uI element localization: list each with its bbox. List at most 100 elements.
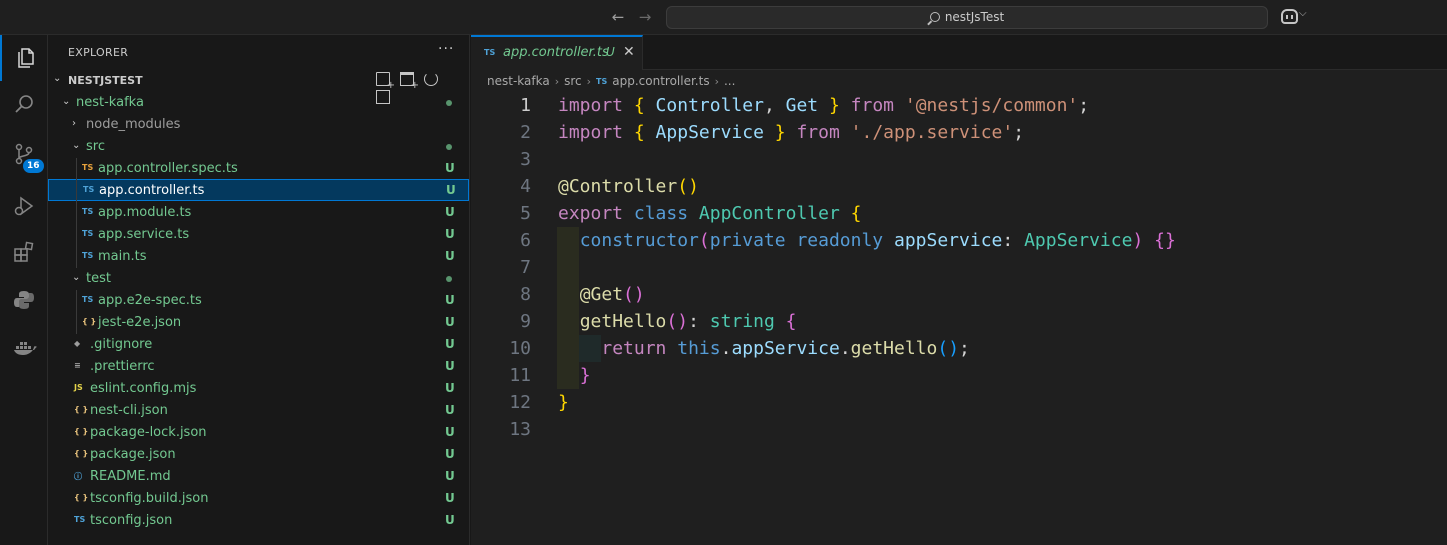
code-token: constructor [579, 230, 699, 251]
more-actions-icon[interactable]: ··· [438, 41, 454, 57]
chevron-down-icon: ⌄ [62, 96, 71, 107]
chevron-down-icon[interactable]: ⌵ [1299, 8, 1307, 19]
line-number: 8 [520, 284, 531, 305]
breadcrumb-item[interactable]: ... [724, 74, 735, 88]
tree-file[interactable]: TS app.controller.ts U [48, 179, 469, 201]
activity-python[interactable] [0, 277, 48, 323]
breadcrumb-item[interactable]: nest-kafka [487, 74, 550, 88]
code-token: export [558, 203, 624, 224]
tree-folder[interactable]: ⌄ test [48, 268, 469, 290]
tree-file[interactable]: { } nest-cli.json U [48, 400, 469, 422]
code-token: appService [731, 338, 840, 359]
code-token: @Controller [558, 176, 678, 197]
tree-file[interactable]: ◆ .gitignore U [48, 334, 469, 356]
code-token: ( [937, 338, 949, 359]
git-status-badge: U [445, 513, 455, 527]
chevron-down-icon: ⌄ [72, 272, 81, 283]
git-modified-dot [446, 100, 452, 106]
code-line[interactable]: 7 [471, 254, 1447, 281]
tree-file[interactable]: { } jest-e2e.json U [48, 312, 469, 334]
tree-folder[interactable]: ⌄ nest-kafka [48, 92, 469, 114]
breadcrumb-item[interactable]: app.controller.ts [612, 74, 709, 88]
line-number: 2 [520, 122, 531, 143]
command-center-search[interactable]: nestJsTest [666, 6, 1268, 29]
tree-file[interactable]: TS app.module.ts U [48, 202, 469, 224]
editor-area: TS app.controller.ts U ✕ nest-kafka › src ›… [471, 35, 1447, 545]
code-line[interactable]: 12} [471, 389, 1447, 416]
code-line[interactable]: 9 getHello(): string { [471, 308, 1447, 335]
code-line[interactable]: 13 [471, 416, 1447, 443]
code-token: : [688, 311, 710, 332]
tree-file[interactable]: TS tsconfig.json U [48, 510, 469, 532]
source-control-badge: 16 [23, 159, 44, 173]
file-type-icon: { } [74, 449, 89, 458]
line-number: 6 [520, 230, 531, 251]
code-token: import [558, 122, 624, 143]
tree-file[interactable]: { } package.json U [48, 444, 469, 466]
close-icon[interactable]: ✕ [623, 44, 635, 60]
breadcrumb-item[interactable]: src [564, 74, 582, 88]
tree-file[interactable]: TS main.ts U [48, 246, 469, 268]
tree-file[interactable]: ⓘ README.md U [48, 466, 469, 488]
code-line[interactable]: 6 constructor(private readonly appServic… [471, 227, 1447, 254]
code-token: private [709, 230, 786, 251]
forward-arrow-icon[interactable]: → [636, 8, 654, 26]
code-text: getHello(): string { [558, 308, 797, 335]
activity-docker[interactable] [0, 325, 48, 371]
code-token: } [774, 122, 786, 143]
activity-source-control[interactable]: 16 [0, 131, 48, 177]
tree-file[interactable]: { } package-lock.json U [48, 422, 469, 444]
project-header[interactable]: ⌄ NESTJSTEST [48, 70, 469, 104]
git-modified-dot [446, 144, 452, 150]
code-token: Controller [644, 95, 764, 116]
copilot-icon[interactable] [1281, 9, 1298, 24]
code-line[interactable]: 3 [471, 146, 1447, 173]
file-type-icon: TS [82, 229, 94, 238]
tree-folder[interactable]: ⌄ src [48, 136, 469, 158]
line-number: 13 [509, 419, 531, 440]
chevron-right-icon: › [714, 75, 719, 88]
tab-app-controller[interactable]: TS app.controller.ts U ✕ [471, 35, 643, 70]
refresh-icon[interactable] [424, 72, 438, 86]
code-token: appService [894, 230, 1003, 251]
tree-item-label: package.json [90, 447, 176, 462]
code-line[interactable]: 5 export class AppController { [471, 200, 1447, 227]
line-number: 12 [509, 392, 531, 413]
tree-file[interactable]: ≡ .prettierrc U [48, 356, 469, 378]
line-number: 4 [520, 176, 531, 197]
code-token: ; [1078, 95, 1090, 116]
file-type-icon: ≡ [74, 361, 81, 370]
code-line[interactable]: 2 import { AppService } from './app.servi… [471, 119, 1447, 146]
code-line[interactable]: 4 @Controller() [471, 173, 1447, 200]
back-arrow-icon[interactable]: ← [609, 8, 627, 26]
tree-file[interactable]: TS app.controller.spec.ts U [48, 158, 469, 180]
file-type-icon: { } [82, 317, 97, 326]
git-status-badge: U [445, 249, 455, 263]
code-line[interactable]: 8 @Get() [471, 281, 1447, 308]
tree-item-label: package-lock.json [90, 425, 207, 440]
activity-run-debug[interactable] [0, 183, 48, 229]
code-text: import { AppService } from './app.servic… [558, 119, 1024, 146]
code-line[interactable]: 1 import { Controller, Get } from '@nestj… [471, 92, 1447, 119]
code-token: ) [688, 176, 699, 197]
tree-file[interactable]: JS eslint.config.mjs U [48, 378, 469, 400]
code-line[interactable]: 10 return this.appService.getHello(); [471, 335, 1447, 362]
tree-file[interactable]: { } tsconfig.build.json U [48, 488, 469, 510]
code-line[interactable]: 11 } [471, 362, 1447, 389]
activity-extensions[interactable] [0, 229, 48, 275]
tree-file[interactable]: TS app.service.ts U [48, 224, 469, 246]
git-status-badge: U [445, 381, 455, 395]
tree-item-label: nest-cli.json [90, 403, 168, 418]
file-type-icon: ⓘ [74, 472, 82, 481]
tree-folder[interactable]: › node_modules [48, 114, 469, 136]
new-file-icon[interactable] [376, 72, 395, 91]
code-token: } [558, 392, 569, 413]
tree-file[interactable]: TS app.e2e-spec.ts U [48, 290, 469, 312]
new-folder-icon[interactable] [400, 72, 419, 91]
activity-search[interactable] [0, 81, 48, 127]
activity-explorer[interactable] [0, 35, 48, 81]
